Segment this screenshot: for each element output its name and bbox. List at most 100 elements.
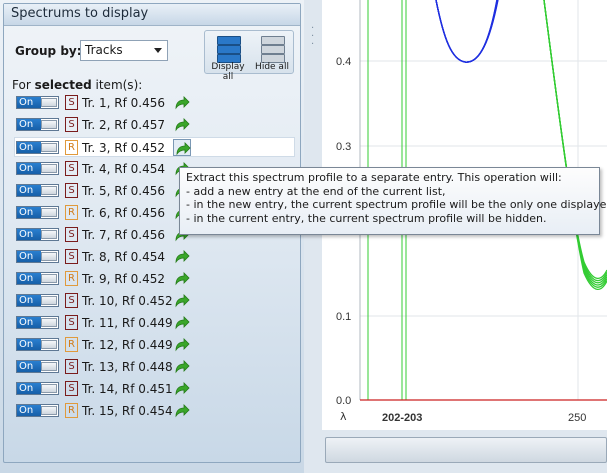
display-all-button[interactable]: Display all (206, 33, 250, 82)
track-label: Tr. 2, Rf 0.457 (82, 118, 166, 132)
list-item[interactable]: On S Tr. 2, Rf 0.457 (15, 115, 296, 135)
track-label: Tr. 6, Rf 0.456 (82, 206, 166, 220)
list-item[interactable]: On R Tr. 3, Rf 0.452 (14, 137, 295, 157)
track-type-badge: R (65, 205, 78, 220)
toggle-knob (41, 296, 57, 305)
list-item[interactable]: On S Tr. 13, Rf 0.448 (15, 357, 296, 377)
track-label: Tr. 12, Rf 0.449 (82, 338, 173, 352)
toggle-knob (41, 318, 57, 327)
list-item[interactable]: On S Tr. 11, Rf 0.449 (15, 313, 296, 333)
visibility-toggle[interactable]: On (16, 162, 59, 175)
track-label: Tr. 15, Rf 0.454 (82, 404, 173, 418)
extract-tooltip: Extract this spectrum profile to a separ… (179, 167, 607, 235)
group-by-select[interactable]: Tracks (80, 40, 168, 61)
visibility-toggle[interactable]: On (16, 206, 59, 219)
toggle-on-label: On (17, 383, 41, 394)
extract-arrow-icon[interactable] (173, 94, 191, 111)
toggle-on-label: On (17, 361, 41, 372)
y-tick-label: 0.4 (336, 56, 351, 68)
y-tick-label: 0.1 (336, 311, 351, 323)
list-item[interactable]: On R Tr. 15, Rf 0.454 (15, 401, 296, 421)
toggle-knob (41, 274, 57, 283)
visibility-toggle[interactable]: On (16, 250, 59, 263)
horizontal-scrollbar[interactable] (325, 437, 607, 463)
visibility-toggle[interactable]: On (16, 272, 59, 285)
spectrum-panel: Spectrums to display Group by: Tracks Di… (0, 0, 304, 473)
toggle-on-label: On (17, 273, 41, 284)
list-item[interactable]: On R Tr. 9, Rf 0.452 (15, 269, 296, 289)
group-by-label: Group by: (15, 44, 82, 58)
extract-arrow-icon[interactable] (173, 358, 191, 375)
toggle-on-label: On (17, 317, 41, 328)
list-item[interactable]: On S Tr. 8, Rf 0.454 (15, 247, 296, 267)
list-item[interactable]: On S Tr. 1, Rf 0.456 (15, 93, 296, 113)
track-type-badge: R (65, 337, 78, 352)
visibility-toggle[interactable]: On (16, 316, 59, 329)
toggle-on-label: On (17, 119, 41, 130)
toggle-knob (41, 362, 57, 371)
track-label: Tr. 14, Rf 0.451 (82, 382, 173, 396)
tooltip-line: - in the new entry, the current spectrum… (186, 198, 607, 211)
visibility-toggle[interactable]: On (16, 382, 59, 395)
display-all-label: Display all (211, 62, 245, 82)
toggle-knob (41, 164, 57, 173)
toggle-on-label: On (17, 339, 41, 350)
tooltip-line: - add a new entry at the end of the curr… (186, 184, 446, 198)
track-label: Tr. 7, Rf 0.456 (82, 228, 166, 242)
list-item[interactable]: On R Tr. 12, Rf 0.449 (15, 335, 296, 355)
y-tick-label: 0.3 (336, 141, 351, 153)
extract-arrow-icon[interactable] (173, 116, 191, 133)
visibility-toggle[interactable]: On (16, 96, 59, 109)
track-label: Tr. 1, Rf 0.456 (82, 96, 166, 110)
toggle-knob (41, 143, 57, 152)
hide-all-button[interactable]: Hide all (250, 33, 294, 73)
tooltip-line: Extract this spectrum profile to a separ… (186, 171, 562, 184)
extract-arrow-icon[interactable] (173, 270, 191, 287)
toggle-on-label: On (17, 97, 41, 108)
list-item[interactable]: On S Tr. 14, Rf 0.451 (15, 379, 296, 399)
track-type-badge: S (65, 315, 78, 330)
track-type-badge: S (65, 227, 78, 242)
track-type-badge: R (65, 140, 78, 155)
list-item[interactable]: On S Tr. 10, Rf 0.452 (15, 291, 296, 311)
toggle-knob (41, 98, 57, 107)
toggle-knob (41, 384, 57, 393)
x-tick-label: 202-203 (382, 412, 422, 424)
extract-arrow-icon[interactable] (173, 402, 191, 419)
track-type-badge: S (65, 95, 78, 110)
extract-arrow-icon[interactable] (173, 314, 191, 331)
visibility-toggle[interactable]: On (16, 228, 59, 241)
extract-arrow-icon[interactable] (173, 248, 191, 265)
x-tick-label: 250 (568, 412, 586, 424)
track-label: Tr. 13, Rf 0.448 (82, 360, 173, 374)
visibility-toggle[interactable]: On (16, 141, 59, 154)
toggle-on-label: On (17, 185, 41, 196)
visibility-toggle[interactable]: On (16, 294, 59, 307)
for-selected-label: For selected item(s): (12, 78, 143, 92)
y-tick-label: 0.0 (336, 395, 351, 407)
track-type-badge: S (65, 359, 78, 374)
toggle-knob (41, 186, 57, 195)
group-by-value: Tracks (85, 43, 123, 57)
toggle-on-label: On (17, 207, 41, 218)
splitter-grip[interactable]: · · · (311, 24, 315, 50)
visibility-toggle[interactable]: On (16, 338, 59, 351)
track-label: Tr. 5, Rf 0.456 (82, 184, 166, 198)
track-label: Tr. 11, Rf 0.449 (82, 316, 173, 330)
toggle-on-label: On (17, 295, 41, 306)
track-type-badge: S (65, 293, 78, 308)
visibility-toggle[interactable]: On (16, 360, 59, 373)
extract-arrow-icon[interactable] (173, 380, 191, 397)
visibility-toggle[interactable]: On (16, 118, 59, 131)
hide-all-label: Hide all (255, 62, 289, 72)
extract-arrow-icon[interactable] (173, 336, 191, 353)
panel-title: Spectrums to display (4, 4, 300, 26)
track-type-badge: S (65, 249, 78, 264)
extract-arrow-icon[interactable] (173, 292, 191, 309)
display-hide-group: Display all Hide all (204, 30, 294, 82)
extract-arrow-icon[interactable] (173, 139, 191, 156)
track-type-badge: S (65, 381, 78, 396)
visibility-toggle[interactable]: On (16, 404, 59, 417)
toggle-knob (41, 208, 57, 217)
visibility-toggle[interactable]: On (16, 184, 59, 197)
